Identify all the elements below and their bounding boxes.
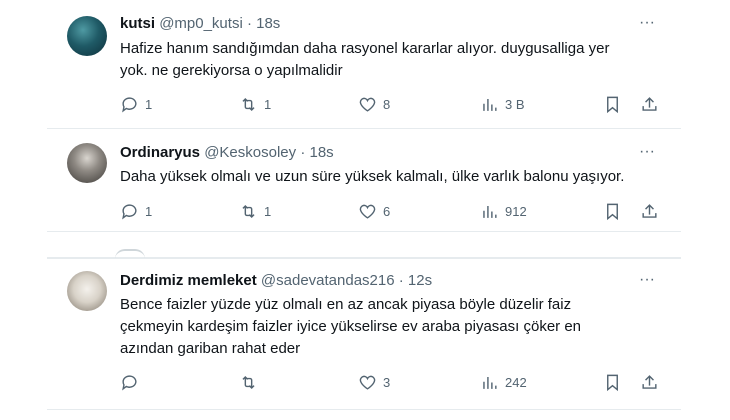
repost-count: 1 xyxy=(264,203,272,219)
more-options-icon[interactable]: ··· xyxy=(637,272,657,292)
share-button[interactable] xyxy=(640,94,659,114)
tweet-text-line: Daha yüksek olmalı ve uzun süre yüksek k… xyxy=(120,168,625,185)
like-button[interactable]: 3 xyxy=(358,372,390,392)
like-count: 3 xyxy=(383,374,391,390)
avatar[interactable] xyxy=(67,16,107,56)
like-button[interactable]: 8 xyxy=(358,94,390,114)
heart-icon xyxy=(359,375,376,390)
share-icon xyxy=(642,374,657,389)
tweet-text: Daha yüksek olmalı ve uzun süre yüksek k… xyxy=(120,166,666,188)
separator-dot: · xyxy=(246,15,252,32)
author-name[interactable]: Derdimiz memleket xyxy=(120,272,257,289)
tweet-header: Ordinaryus @Keskosoley · 18s xyxy=(120,144,334,162)
like-button[interactable]: 6 xyxy=(358,201,390,221)
timestamp[interactable]: 12s xyxy=(408,272,432,289)
views-icon xyxy=(483,205,497,218)
author-handle[interactable]: @sadevatandas216 xyxy=(261,272,395,289)
bookmark-icon xyxy=(607,203,618,220)
repost-button[interactable]: 1 xyxy=(239,201,271,221)
like-count: 6 xyxy=(383,203,391,219)
tweet-text-line: Bence faizler yüzde yüz olmalı en az anc… xyxy=(120,296,572,313)
bookmark-button[interactable] xyxy=(603,372,622,392)
views-button[interactable]: 912 xyxy=(480,201,527,221)
tweet-card[interactable]: Ordinaryus @Keskosoley · 18s ··· Daha yü… xyxy=(47,129,681,232)
bookmark-icon xyxy=(607,96,618,113)
views-button[interactable]: 3 B xyxy=(480,94,525,114)
heart-icon xyxy=(359,97,376,112)
tweet-actions: 1 1 8 3 B xyxy=(120,94,660,114)
tweet-text-line: çekmeyin kardeşim faizler iyice yükselir… xyxy=(120,318,582,335)
tweet-card[interactable]: kutsi @mp0_kutsi · 18s ··· Hafize hanım … xyxy=(47,0,681,129)
author-name[interactable]: Ordinaryus xyxy=(120,144,200,161)
reply-icon xyxy=(122,96,137,113)
tweet-text-line: azından gariban rahat eder xyxy=(120,340,301,357)
separator-dot: · xyxy=(398,272,404,289)
views-icon xyxy=(483,376,497,389)
avatar[interactable] xyxy=(67,143,107,183)
bookmark-button[interactable] xyxy=(603,94,622,114)
tweet-text-line: yok. ne gerekiyorsa o yapılmalidir xyxy=(120,62,343,79)
bookmark-icon xyxy=(607,374,618,391)
separator-dot: · xyxy=(300,144,306,161)
tweet-header: kutsi @mp0_kutsi · 18s xyxy=(120,15,280,33)
reply-count: 1 xyxy=(145,96,153,112)
more-options-icon[interactable]: ··· xyxy=(637,144,657,164)
like-count: 8 xyxy=(383,96,391,112)
timestamp[interactable]: 18s xyxy=(256,15,280,32)
repost-button[interactable]: 1 xyxy=(239,94,271,114)
view-count: 242 xyxy=(505,374,527,390)
reply-button[interactable]: 1 xyxy=(120,201,152,221)
reply-button[interactable] xyxy=(120,372,145,392)
repost-icon xyxy=(242,204,255,218)
repost-icon xyxy=(242,375,255,389)
reply-icon xyxy=(122,203,137,220)
more-options-icon[interactable]: ··· xyxy=(637,15,657,35)
share-icon xyxy=(642,96,657,111)
reply-button[interactable]: 1 xyxy=(120,94,152,114)
collapsed-tweet-edge xyxy=(47,231,681,258)
author-handle[interactable]: @Keskosoley xyxy=(204,144,296,161)
views-icon xyxy=(483,98,497,111)
view-count: 3 B xyxy=(505,96,525,112)
share-button[interactable] xyxy=(640,201,659,221)
reply-count: 1 xyxy=(145,203,153,219)
share-icon xyxy=(642,203,657,218)
tweet-text-line: Hafize hanım sandığımdan daha rasyonel k… xyxy=(120,40,610,57)
author-handle[interactable]: @mp0_kutsi xyxy=(159,15,243,32)
view-count: 912 xyxy=(505,203,527,219)
bookmark-button[interactable] xyxy=(603,201,622,221)
timestamp[interactable]: 18s xyxy=(309,144,333,161)
repost-icon xyxy=(242,97,255,111)
repost-count: 1 xyxy=(264,96,272,112)
tweet-actions: 3 242 xyxy=(120,372,660,392)
avatar[interactable] xyxy=(67,271,107,311)
share-button[interactable] xyxy=(640,372,659,392)
tweet-text: Hafize hanım sandığımdan daha rasyonel k… xyxy=(120,38,666,82)
reply-icon xyxy=(122,374,137,391)
heart-icon xyxy=(359,204,376,219)
views-button[interactable]: 242 xyxy=(480,372,527,392)
tweet-text: Bence faizler yüzde yüz olmalı en az anc… xyxy=(120,294,666,360)
author-name[interactable]: kutsi xyxy=(120,15,155,32)
tweet-header: Derdimiz memleket @sadevatandas216 · 12s xyxy=(120,272,432,290)
tweet-actions: 1 1 6 912 xyxy=(120,201,660,221)
tweet-card[interactable]: Derdimiz memleket @sadevatandas216 · 12s… xyxy=(47,258,681,410)
repost-button[interactable] xyxy=(239,372,264,392)
